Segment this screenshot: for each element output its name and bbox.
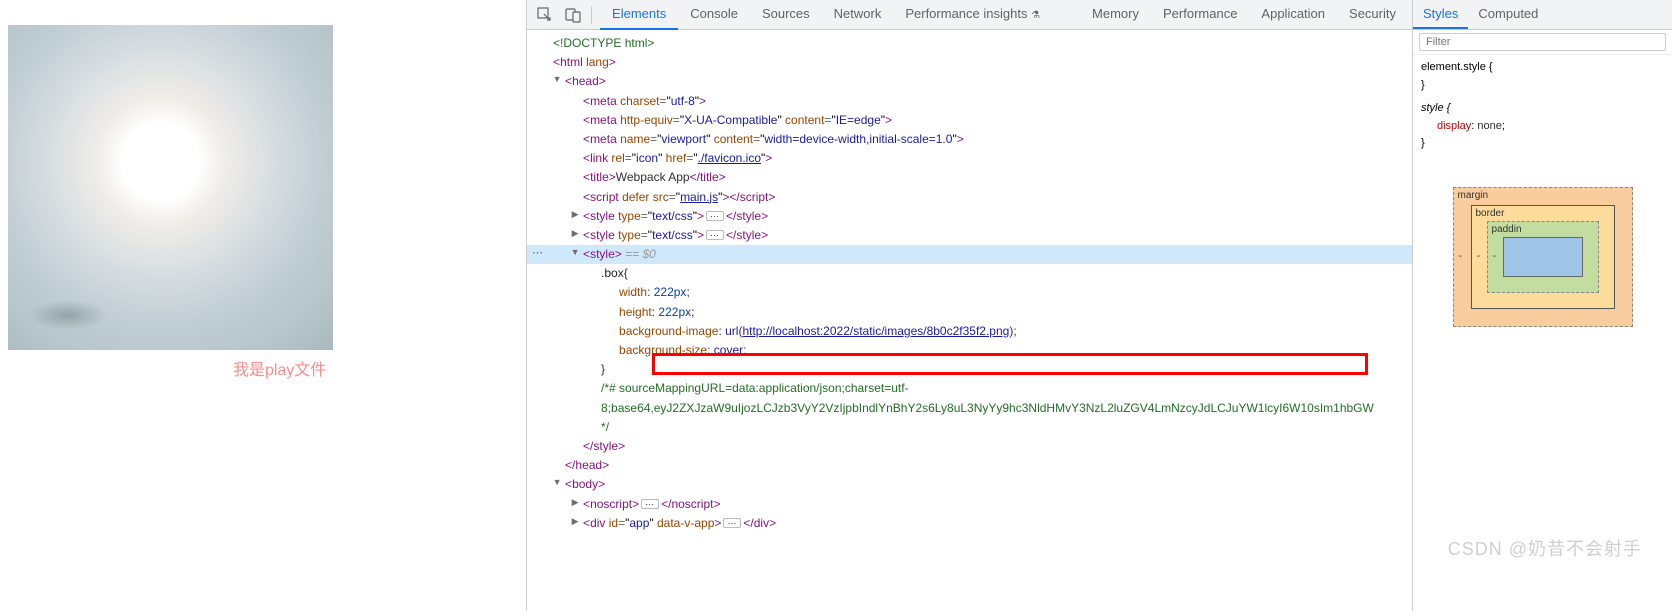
styles-panel: Styles Computed element.style { } style … [1412,0,1672,611]
ellipsis-icon[interactable]: ⋯ [706,230,724,240]
toggle-icon[interactable] [570,495,580,509]
watermark-text: CSDN @奶昔不会射手 [1448,535,1642,561]
ellipsis-icon[interactable]: ⋯ [706,211,724,221]
tab-console[interactable]: Console [678,0,750,30]
dom-tree[interactable]: <!DOCTYPE html> <html lang> <head> <meta… [527,30,1412,611]
toggle-icon[interactable] [570,245,580,259]
ellipsis-icon[interactable]: ⋯ [723,518,741,528]
box-model-diagram[interactable]: margin border paddin - - - [1453,187,1633,327]
caption-text: 我是play文件 [233,356,526,380]
devtools-toolbar: Elements Console Sources Network Perform… [527,0,1412,30]
devtools-panel: Elements Console Sources Network Perform… [526,0,1672,611]
css-prop-display[interactable]: display [1437,120,1471,132]
box-image [8,25,333,350]
tab-performance[interactable]: Performance [1151,0,1249,30]
tab-computed[interactable]: Computed [1468,0,1548,29]
tab-elements[interactable]: Elements [600,0,678,30]
beaker-icon: ⚗ [1031,10,1040,21]
selected-element[interactable]: ⋯<style> == $0 [527,245,1412,264]
tab-security[interactable]: Security [1337,0,1408,30]
styles-body[interactable]: element.style { } style { display: none;… [1413,55,1672,157]
devtools-tabs: Elements Console Sources Network Perform… [600,0,1408,30]
toggle-icon[interactable] [570,207,580,221]
ellipsis-icon[interactable]: ⋯ [641,499,659,509]
toggle-icon[interactable] [570,226,580,240]
tab-application[interactable]: Application [1249,0,1337,30]
bg-image-url[interactable]: http://localhost:2022/static/images/8b0c… [742,324,1009,338]
styles-filter-input[interactable] [1419,33,1666,51]
element-style-selector: element.style { [1421,59,1664,77]
toggle-icon[interactable] [570,514,580,528]
tab-styles[interactable]: Styles [1413,0,1468,29]
inspect-icon[interactable] [531,1,559,29]
tab-sources[interactable]: Sources [750,0,822,30]
separator [591,6,592,24]
tab-performance-insights[interactable]: Performance insights ⚗ [893,0,1052,30]
toggle-icon[interactable] [552,475,562,489]
tab-network[interactable]: Network [822,0,894,30]
mainjs-link[interactable]: main.js [680,190,718,204]
toggle-icon[interactable] [552,72,562,86]
device-toggle-icon[interactable] [559,1,587,29]
page-content: 我是play文件 [0,0,526,611]
style-selector: style { [1421,102,1450,114]
favicon-link[interactable]: ./favicon.ico [698,151,761,165]
doctype-line: <!DOCTYPE html> [553,36,654,50]
actions-icon[interactable]: ⋯ [532,245,544,263]
tab-memory[interactable]: Memory [1080,0,1151,30]
